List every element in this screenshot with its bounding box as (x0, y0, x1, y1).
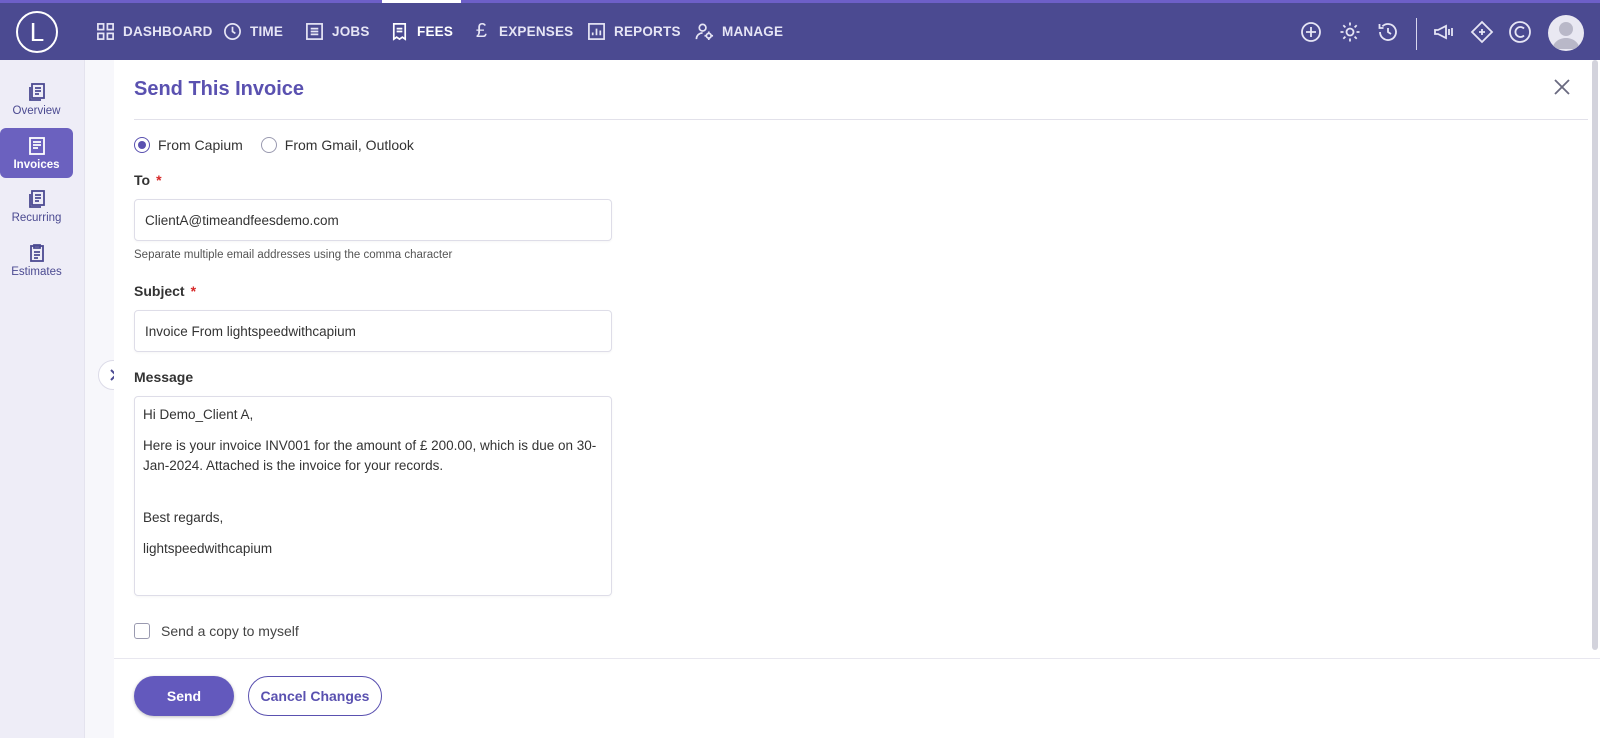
send-invoice-panel: Send This Invoice From Capium From Gmail… (114, 60, 1600, 738)
send-copy-checkbox[interactable] (134, 623, 150, 639)
sidebar-item-estimates[interactable]: Estimates (0, 235, 73, 285)
sidebar-item-label: Overview (12, 104, 61, 117)
radio-from-gmail-outlook-label[interactable]: From Gmail, Outlook (285, 137, 414, 153)
nav-time[interactable]: TIME (223, 3, 283, 60)
announcements-button[interactable] (1432, 20, 1456, 44)
nav-dashboard-label: DASHBOARD (123, 24, 213, 39)
nav-time-label: TIME (250, 24, 284, 39)
sidebar-item-label: Invoices (13, 158, 60, 171)
sidebar-item-recurring[interactable]: Recurring (0, 181, 73, 231)
capium-button[interactable] (1508, 20, 1532, 44)
to-label-text: To (134, 172, 151, 188)
page-title: Send This Invoice (134, 78, 305, 100)
nav-fees-label: FEES (417, 24, 454, 39)
close-button[interactable] (1552, 77, 1572, 97)
header-divider (134, 119, 1588, 120)
subject-label-text: Subject (134, 283, 185, 299)
integrations-button[interactable] (1470, 20, 1494, 44)
plus-circle-icon (1301, 22, 1321, 42)
sidebar-item-overview[interactable]: Overview (0, 74, 73, 124)
clock-icon (224, 23, 241, 40)
subject-input[interactable] (134, 310, 612, 352)
send-via-options: From Capium From Gmail, Outlook (134, 137, 432, 153)
capium-c-icon (1509, 21, 1531, 43)
to-hint: Separate multiple email addresses using … (134, 249, 453, 261)
clipboard-icon (29, 243, 44, 262)
radio-from-capium-label[interactable]: From Capium (158, 137, 243, 153)
radio-from-gmail-outlook[interactable] (260, 137, 277, 153)
nav-fees[interactable]: FEES (381, 0, 462, 60)
list-icon (306, 23, 323, 40)
required-mark: * (156, 172, 162, 188)
nav-manage[interactable]: MANAGE (695, 3, 783, 60)
history-button[interactable] (1376, 20, 1400, 44)
scrollbar[interactable] (1592, 60, 1598, 650)
nav-expenses[interactable]: £ EXPENSES (472, 3, 573, 60)
receipt-icon (392, 23, 407, 41)
history-icon (1378, 23, 1397, 41)
nav-reports[interactable]: REPORTS (587, 3, 681, 60)
app-logo[interactable]: L (16, 11, 58, 53)
user-avatar[interactable] (1548, 15, 1584, 51)
toolbar-divider (1416, 18, 1417, 50)
message-line (143, 487, 603, 497)
footer-divider (114, 658, 1600, 659)
message-line: lightspeedwithcapium (143, 541, 273, 556)
megaphone-icon (1434, 24, 1453, 40)
radio-from-capium[interactable] (134, 137, 150, 153)
message-textarea[interactable]: Hi Demo_Client A, Here is your invoice I… (134, 396, 612, 596)
fees-sidebar: Overview Invoices Recurring Estimates (0, 60, 84, 738)
gear-icon (1340, 22, 1360, 42)
grid-icon (97, 23, 114, 40)
nav-dashboard[interactable]: DASHBOARD (96, 3, 213, 60)
users-gear-icon (695, 23, 714, 41)
user-avatar-icon (1552, 22, 1580, 49)
document-icon (28, 189, 45, 208)
top-nav-bar: L DASHBOARD TIME JOBS FEES £ EXPENSES RE… (0, 0, 1600, 60)
message-line: Best regards, (143, 510, 224, 525)
send-copy-label[interactable]: Send a copy to myself (161, 623, 299, 639)
subject-label: Subject * (134, 283, 196, 299)
settings-button[interactable] (1338, 20, 1362, 44)
sidebar-item-invoices[interactable]: Invoices (0, 128, 73, 178)
pound-icon: £ (475, 20, 488, 42)
collapsed-panel-gutter (84, 60, 114, 738)
nav-reports-label: REPORTS (614, 24, 681, 39)
diamond-icon (1470, 20, 1494, 44)
nav-jobs-label: JOBS (332, 24, 370, 39)
sidebar-item-label: Recurring (11, 211, 62, 224)
to-label: To * (134, 172, 162, 188)
required-mark: * (190, 283, 197, 299)
to-email-input[interactable] (134, 199, 612, 241)
add-button[interactable] (1299, 20, 1323, 44)
sidebar-item-label: Estimates (11, 265, 62, 278)
send-button[interactable]: Send (134, 676, 234, 716)
close-icon (1554, 79, 1570, 95)
invoice-icon (28, 136, 45, 155)
send-copy-row: Send a copy to myself (134, 623, 299, 639)
nav-manage-label: MANAGE (722, 24, 784, 39)
cancel-changes-button[interactable]: Cancel Changes (248, 676, 382, 716)
message-line: Here is your invoice INV001 for the amou… (143, 438, 597, 473)
message-label: Message (134, 369, 194, 385)
nav-jobs[interactable]: JOBS (305, 3, 370, 60)
message-line: Hi Demo_Client A, (143, 407, 254, 422)
bar-chart-icon (588, 23, 605, 40)
document-icon (28, 82, 45, 101)
nav-expenses-label: EXPENSES (499, 24, 574, 39)
